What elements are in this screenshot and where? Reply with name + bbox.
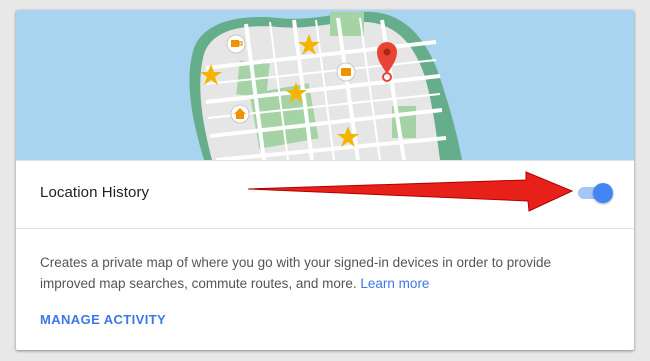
location-history-card: Location History Creates a private map o… — [16, 10, 634, 350]
manage-activity-button[interactable]: MANAGE ACTIVITY — [40, 312, 166, 327]
location-history-row: Location History — [16, 160, 634, 228]
home-icon — [230, 104, 250, 124]
learn-more-link[interactable]: Learn more — [360, 276, 429, 291]
cafe-icon — [226, 34, 246, 54]
park-shape — [330, 12, 364, 36]
shopping-icon — [336, 62, 356, 82]
location-history-description: Creates a private map of where you go wi… — [40, 252, 580, 294]
location-history-toggle[interactable] — [576, 183, 614, 203]
map-illustration — [16, 10, 634, 160]
description-text: Creates a private map of where you go wi… — [40, 255, 552, 291]
toggle-knob — [593, 183, 613, 203]
divider — [16, 228, 634, 229]
location-history-label: Location History — [40, 184, 150, 201]
map-illustration-graphic — [189, 11, 462, 160]
